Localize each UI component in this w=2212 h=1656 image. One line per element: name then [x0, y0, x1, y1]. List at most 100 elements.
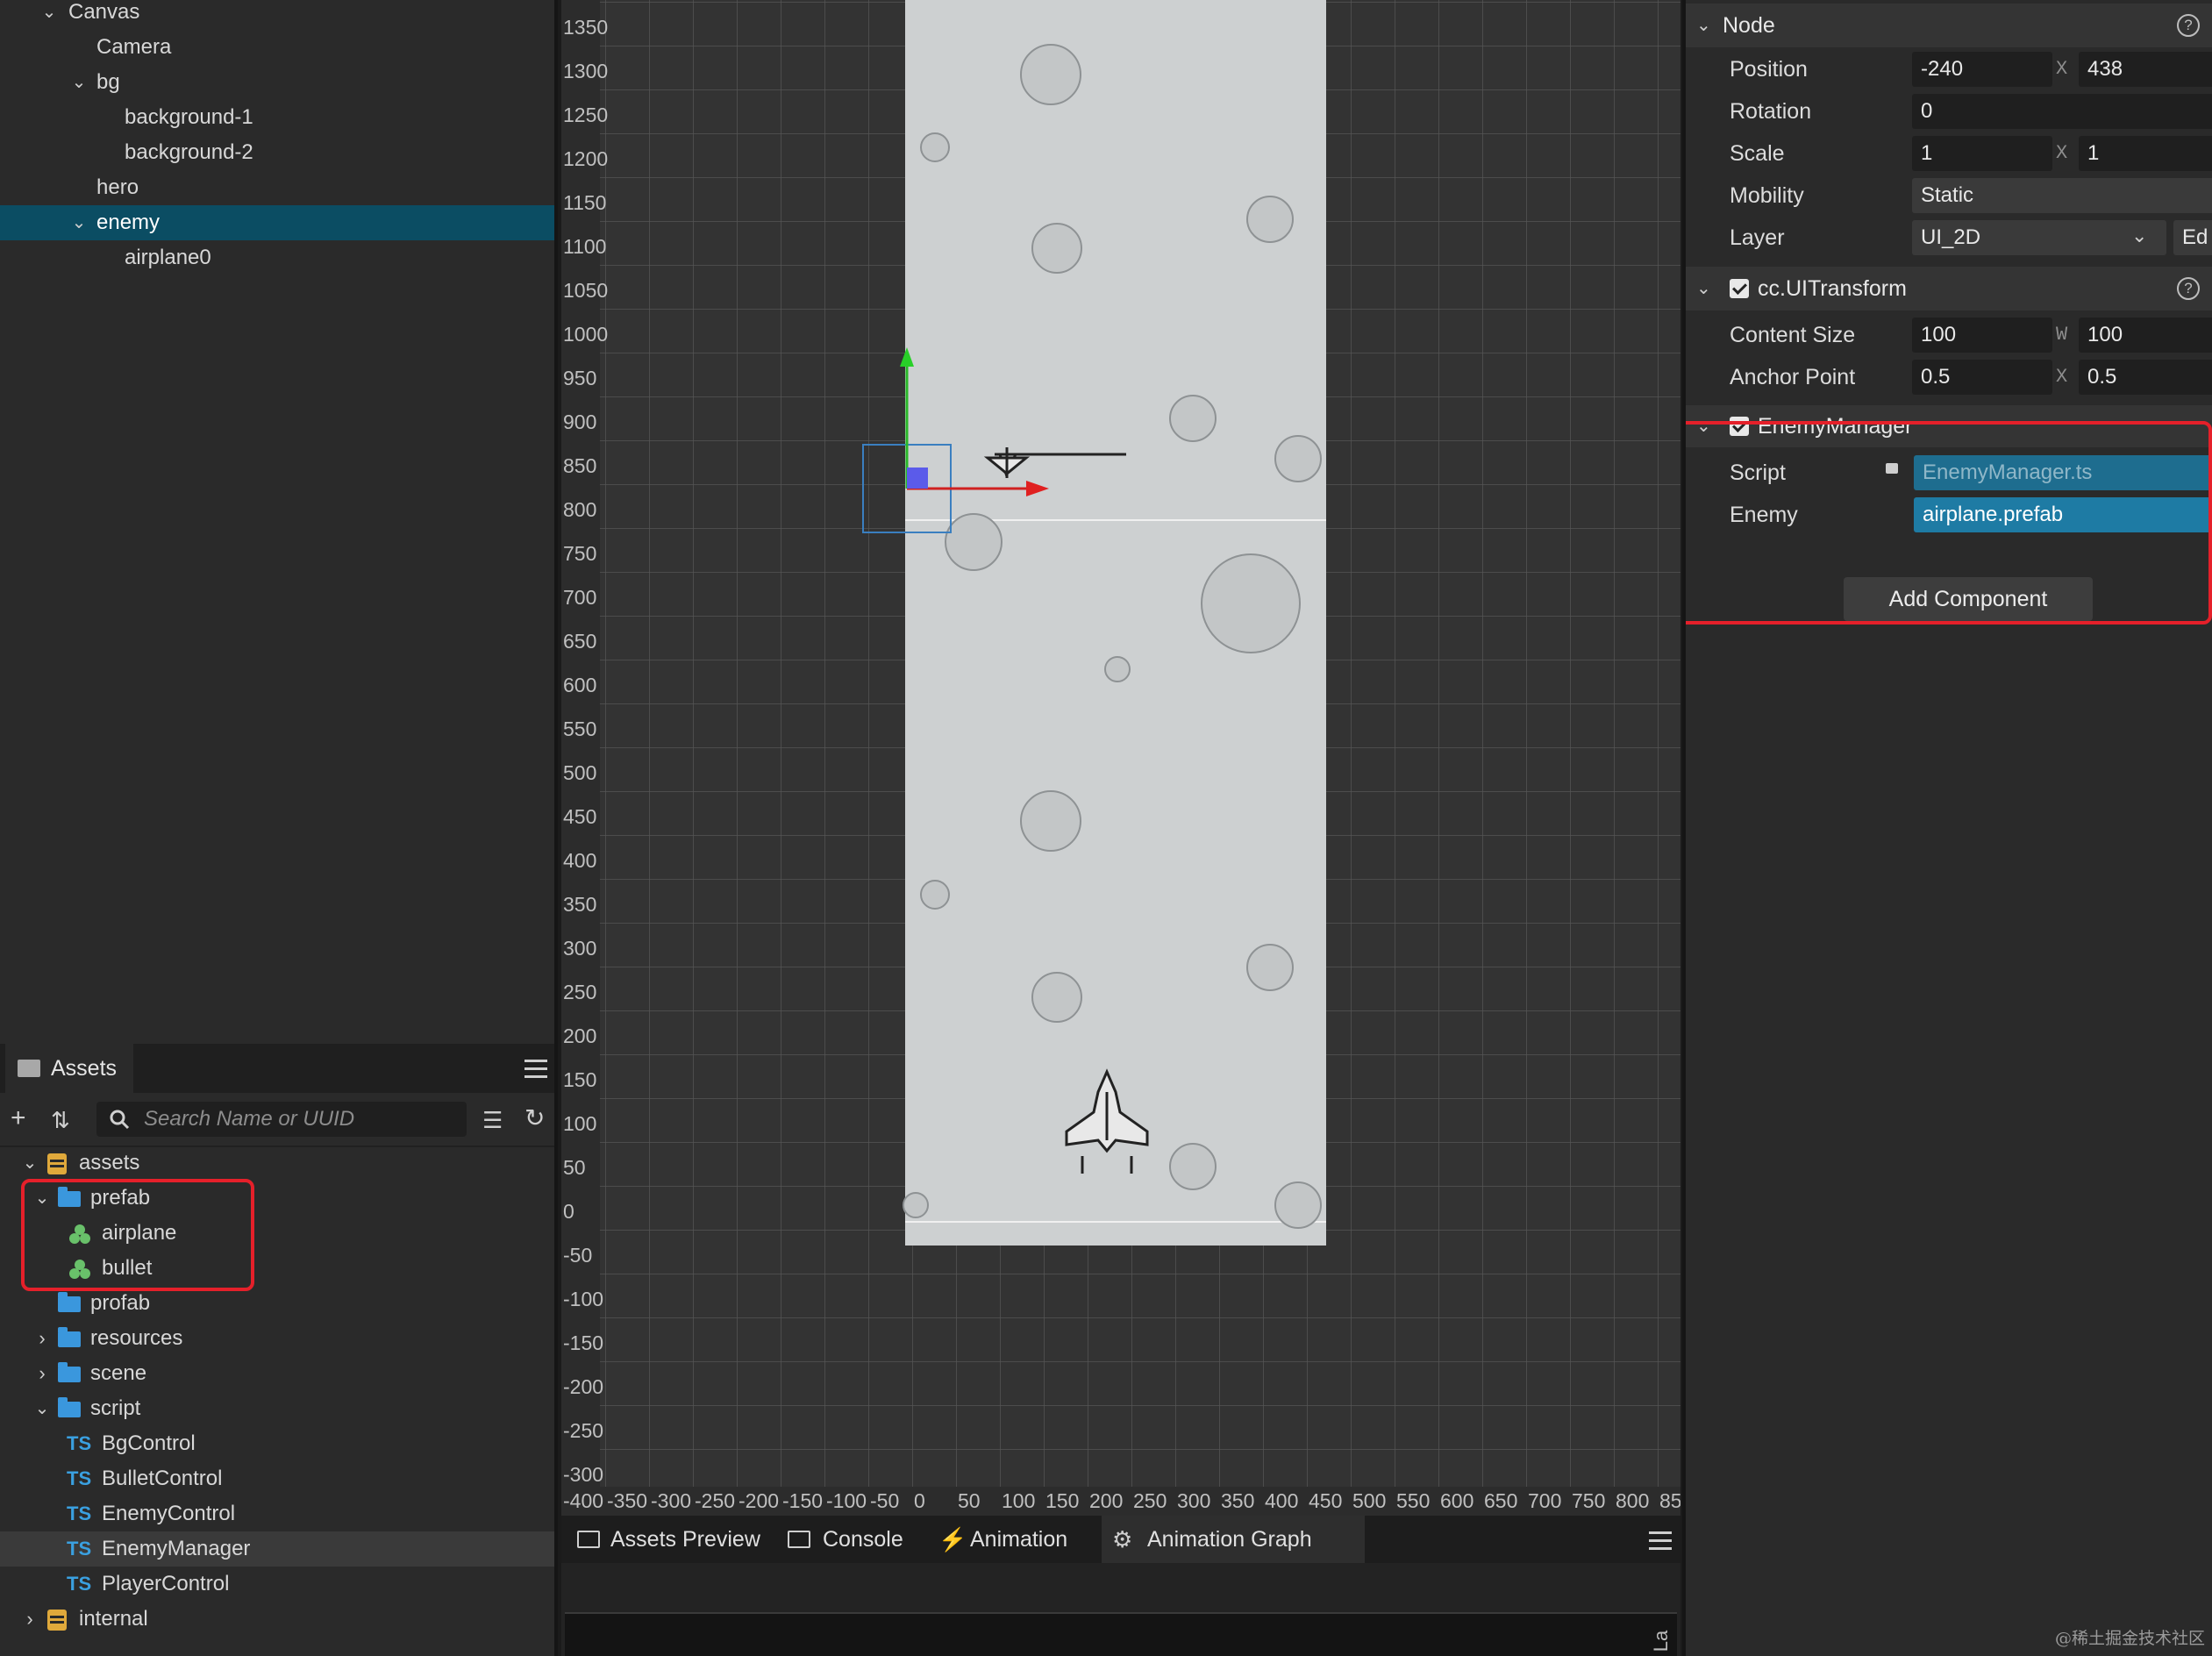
tab-console[interactable]: Console	[777, 1516, 924, 1563]
section-title: cc.UITransform	[1758, 276, 1907, 301]
chevron-down-icon[interactable]: ⌄	[33, 1391, 51, 1426]
asset-item-profab[interactable]: profab	[0, 1286, 554, 1321]
asset-label: internal	[79, 1607, 148, 1631]
position-y-field[interactable]: 438	[2079, 52, 2212, 87]
tree-node-canvas[interactable]: ⌄ Canvas	[0, 0, 554, 30]
asset-label: script	[90, 1396, 141, 1420]
folder-icon	[58, 1292, 81, 1312]
tab-animation[interactable]: ⚡ Animation	[928, 1516, 1098, 1563]
add-icon[interactable]: +	[11, 1103, 26, 1133]
y-ruler-tick: 300	[563, 937, 597, 960]
tree-node-enemy[interactable]: ⌄ enemy	[0, 205, 554, 240]
assets-tabbar: Assets	[0, 1044, 554, 1093]
y-ruler-tick: 100	[563, 1112, 597, 1135]
sort-icon[interactable]: ⇅	[51, 1105, 70, 1135]
refresh-icon[interactable]: ↻	[524, 1103, 545, 1133]
menu-icon[interactable]	[1649, 1530, 1672, 1551]
anchor-y-field[interactable]: 0.5	[2079, 360, 2212, 395]
tab-label: Assets	[51, 1056, 118, 1081]
tree-node-bg[interactable]: ⌄ bg	[0, 65, 554, 100]
mobility-select[interactable]: Static	[1912, 178, 2212, 213]
property-label: Position	[1730, 57, 1808, 82]
asset-item-playercontrol[interactable]: TS PlayerControl	[0, 1567, 554, 1602]
search-icon	[110, 1110, 130, 1130]
y-ruler-tick: 450	[563, 805, 597, 828]
chevron-down-icon[interactable]: ⌄	[40, 0, 58, 30]
x-ruler-tick: -400	[563, 1489, 604, 1512]
typescript-icon: TS	[67, 1538, 92, 1560]
search-input[interactable]	[144, 1102, 460, 1137]
asset-label: profab	[90, 1291, 151, 1315]
x-ruler-tick: 550	[1396, 1489, 1431, 1512]
tree-node-hero[interactable]: hero	[0, 170, 554, 205]
section-uitransform[interactable]: ⌄ cc.UITransform ?	[1686, 267, 2212, 310]
y-ruler-tick: 1350	[563, 16, 609, 39]
tab-assets-preview[interactable]: Assets Preview	[561, 1516, 774, 1563]
asset-item-script[interactable]: ⌄ script	[0, 1391, 554, 1426]
asset-item-bulletcontrol[interactable]: TS BulletControl	[0, 1461, 554, 1496]
gizmo-center[interactable]	[907, 468, 928, 489]
y-ruler-tick: 1150	[563, 191, 607, 214]
list-view-icon[interactable]: ☰	[482, 1107, 503, 1133]
scale-x-field[interactable]: 1	[1912, 136, 2052, 171]
animation-graph-area[interactable]: La	[565, 1612, 1677, 1656]
tree-node-label: background-1	[125, 105, 253, 129]
horizontal-ruler: -400 -350 -300 -250 -200 -150 -100 -50 0 50 100 150…	[561, 1487, 1680, 1516]
highlight-box-enemymanager	[1686, 421, 2212, 625]
terminal-icon	[788, 1531, 810, 1548]
asset-item-enemymanager[interactable]: TS EnemyManager	[0, 1531, 554, 1567]
layer-select[interactable]: UI_2D ⌄	[1912, 220, 2166, 255]
layer-value: UI_2D	[1921, 225, 1981, 249]
position-x-field[interactable]: -240	[1912, 52, 2052, 87]
anchor-x-field[interactable]: 0.5	[1912, 360, 2052, 395]
chevron-right-icon[interactable]: ›	[33, 1321, 51, 1356]
scene-view[interactable]: 1350 1300 1250 1200 1150 1100 1050 1000 950 900 85…	[561, 0, 1680, 1516]
chevron-down-icon[interactable]: ⌄	[70, 205, 88, 240]
content-size-w-field[interactable]: 100	[1912, 318, 2052, 353]
x-ruler-tick: 250	[1133, 1489, 1167, 1512]
help-icon[interactable]: ?	[2177, 277, 2200, 300]
y-ruler-tick: 400	[563, 849, 597, 872]
tab-animation-graph[interactable]: ⚙ Animation Graph	[1102, 1516, 1365, 1563]
highlight-box-prefab	[21, 1179, 254, 1291]
chevron-down-icon[interactable]: ⌄	[21, 1146, 39, 1181]
typescript-icon: TS	[67, 1503, 92, 1524]
section-node[interactable]: ⌄ Node ?	[1686, 4, 2212, 47]
asset-item-enemycontrol[interactable]: TS EnemyControl	[0, 1496, 554, 1531]
tab-assets[interactable]: Assets	[5, 1044, 133, 1093]
x-ruler-tick: -250	[695, 1489, 736, 1512]
y-ruler-tick: 550	[563, 717, 597, 740]
x-ruler-tick: 750	[1572, 1489, 1606, 1512]
edit-layers-button[interactable]: Ed	[2173, 220, 2212, 255]
asset-item-resources[interactable]: › resources	[0, 1321, 554, 1356]
content-size-h-field[interactable]: 100	[2079, 318, 2212, 353]
asset-item-bgcontrol[interactable]: TS BgControl	[0, 1426, 554, 1461]
chevron-right-icon[interactable]: ›	[21, 1602, 39, 1637]
tree-node-background-2[interactable]: background-2	[0, 135, 554, 170]
asset-label: BgControl	[102, 1431, 196, 1455]
chevron-right-icon[interactable]: ›	[33, 1356, 51, 1391]
scene-canvas[interactable]	[561, 0, 1680, 1516]
asset-item-scene[interactable]: › scene	[0, 1356, 554, 1391]
property-label: Layer	[1730, 225, 1785, 250]
tree-node-camera[interactable]: Camera	[0, 30, 554, 65]
rotation-field[interactable]: 0	[1912, 94, 2212, 129]
x-ruler-tick: 450	[1309, 1489, 1343, 1512]
chevron-down-icon[interactable]: ⌄	[70, 65, 88, 100]
help-icon[interactable]: ?	[2177, 14, 2200, 37]
asset-item-assets[interactable]: ⌄ assets	[0, 1146, 554, 1181]
asset-item-internal[interactable]: › internal	[0, 1602, 554, 1637]
tab-label: Animation Graph	[1147, 1527, 1312, 1552]
menu-icon[interactable]	[524, 1058, 547, 1079]
side-label[interactable]: La	[1650, 1631, 1673, 1652]
chevron-down-icon[interactable]: ⌄	[1696, 4, 1711, 47]
tree-node-airplane0[interactable]: airplane0	[0, 240, 554, 275]
property-label: Mobility	[1730, 183, 1804, 208]
x-ruler-tick: 850	[1659, 1489, 1680, 1512]
tree-node-background-1[interactable]: background-1	[0, 100, 554, 135]
chevron-down-icon[interactable]: ⌄	[1696, 267, 1711, 310]
y-ruler-tick: 1100	[563, 235, 607, 258]
scale-y-field[interactable]: 1	[2079, 136, 2212, 171]
x-ruler-tick: -50	[870, 1489, 900, 1512]
enabled-checkbox[interactable]	[1730, 279, 1749, 298]
